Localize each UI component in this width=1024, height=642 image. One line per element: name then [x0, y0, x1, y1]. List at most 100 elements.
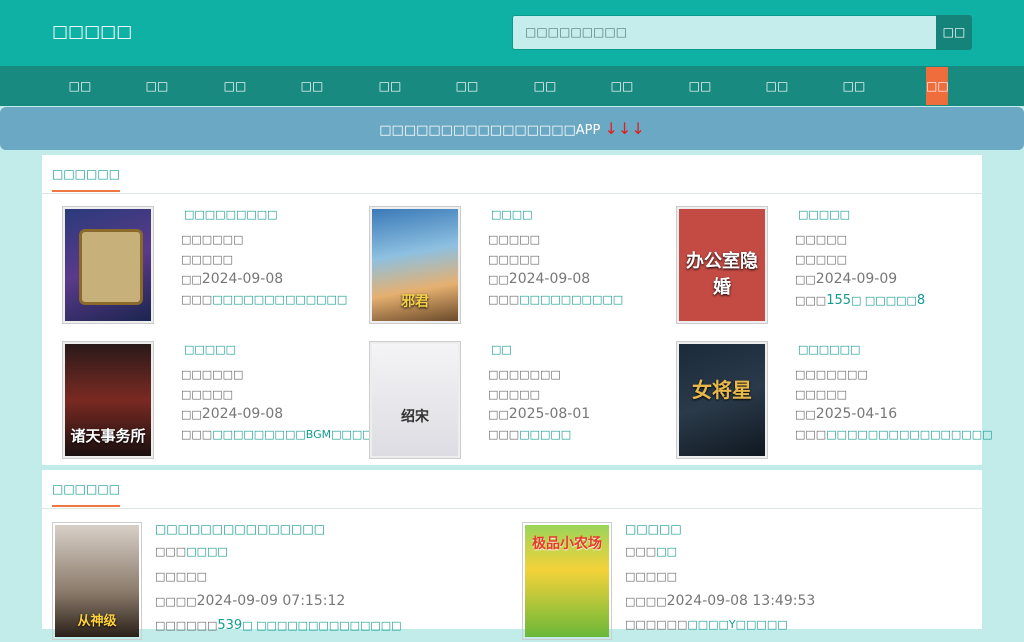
update-label: □□□□: [625, 595, 667, 608]
book-card[interactable]: 诸天事务所 □□□□□ □□□□□□ □□□□□ □□2024-09-08 □□…: [62, 341, 373, 459]
nav-item-5[interactable]: □□: [370, 66, 410, 106]
book-category: □□□□□: [181, 253, 233, 266]
latest-chapter-link[interactable]: □□□□Y□□□□□: [687, 618, 787, 631]
book-title[interactable]: □□□□□□□□□: [184, 208, 278, 221]
nav-item-6[interactable]: □□: [447, 66, 487, 106]
date-value: 2024-09-08: [201, 406, 284, 422]
book-title[interactable]: □□: [491, 343, 512, 356]
down-arrows-icon: ↓↓↓: [604, 119, 645, 138]
book-title[interactable]: □□□□□: [625, 522, 682, 536]
book-cover[interactable]: 诸天事务所: [62, 341, 154, 459]
latest-chapter-link[interactable]: □□□□□: [519, 428, 571, 441]
latest-label: □□□: [795, 294, 827, 307]
hot-books-panel: □□□□□□ □□□□□□□□□ □□□□□□ □□□□□ □□2024-09-…: [42, 155, 992, 465]
book-title[interactable]: □□□□: [491, 208, 533, 221]
book-title[interactable]: □□□□□: [184, 343, 236, 356]
book-author: □□□□□□□: [155, 545, 228, 558]
cover-art-text: 从神级: [77, 614, 117, 629]
book-cover[interactable]: 邪君: [369, 206, 461, 324]
book-author: □□□□□□: [181, 368, 244, 381]
update-value: 2024-09-09 07:15:12: [196, 593, 346, 609]
book-date: □□2024-09-08: [181, 271, 283, 287]
nav-item-10[interactable]: □□: [757, 66, 797, 106]
header: □□□□□ □□□□□□□□□ □□: [0, 0, 1024, 66]
nav-item-8[interactable]: □□: [602, 66, 642, 106]
latest-chapter-link[interactable]: □□□□□□□□□□: [519, 293, 623, 306]
book-latest: □□□□□□□□□□Y□□□□□: [625, 618, 788, 631]
date-label: □□: [181, 408, 202, 421]
nav-item-active[interactable]: □□: [926, 67, 949, 105]
latest-chapter-link[interactable]: □□□□□□□□□□□□□□□□: [826, 428, 992, 441]
latest-chapter-link[interactable]: □□□□□□□□□□□□□: [212, 293, 347, 306]
book-latest: □□□□□□□□□□□□□□□□: [181, 293, 347, 306]
latest-num-1: 155: [826, 293, 852, 308]
book-cover[interactable]: 女将星: [676, 341, 768, 459]
latest-mid: □ □□□□□: [851, 294, 917, 307]
book-date: □□2025-04-16: [795, 406, 897, 422]
book-cover[interactable]: 办公室隐婚: [676, 206, 768, 324]
book-latest: □□□155□ □□□□□8: [795, 293, 925, 308]
recent-updates-panel: □□□□□□ 从神级 □□□□□□□□□□□□□□□ □□□□□□□ □□□□□…: [42, 470, 982, 640]
date-label: □□: [795, 408, 816, 421]
nav-item-1[interactable]: □□: [60, 66, 100, 106]
date-value: 2024-09-09: [815, 271, 898, 287]
book-author: □□□□□□□: [488, 368, 561, 381]
book-category: □□□□□: [795, 388, 847, 401]
latest-chapter-link[interactable]: 155□ □□□□□8: [826, 293, 926, 308]
book-date: □□2024-09-08: [181, 406, 283, 422]
cover-art-text: 绍宋: [401, 409, 429, 425]
app-download-banner[interactable]: □□□□□□□□□□□□□□□□APP ↓↓↓: [0, 107, 1024, 150]
latest-label: □□□: [181, 428, 213, 441]
book-category: □□□□□: [488, 388, 540, 401]
latest-label: □□□: [488, 293, 520, 306]
latest-text: □ □□□□□□□□□□□□□□: [242, 619, 402, 632]
search-input[interactable]: □□□□□□□□□: [512, 15, 936, 50]
book-author: □□□□□□: [181, 233, 244, 246]
book-card[interactable]: 邪君 □□□□ □□□□□ □□□□□ □□2024-09-08 □□□□□□□…: [369, 206, 669, 324]
latest-chapter-link[interactable]: 539□ □□□□□□□□□□□□□□: [217, 618, 402, 633]
nav-item-11[interactable]: □□: [834, 66, 874, 106]
book-card[interactable]: 绍宋 □□ □□□□□□□ □□□□□ □□2025-08-01 □□□□□□□…: [369, 341, 669, 459]
date-label: □□: [181, 273, 202, 286]
book-title[interactable]: □□□□□□□□□□□□□□□: [155, 522, 325, 536]
book-cover[interactable]: 从神级: [52, 522, 142, 640]
book-cover[interactable]: 绍宋: [369, 341, 461, 459]
search-button[interactable]: □□: [936, 15, 972, 50]
book-author: □□□□□: [795, 233, 847, 246]
book-card[interactable]: 从神级 □□□□□□□□□□□□□□□ □□□□□□□ □□□□□ □□□□20…: [52, 522, 492, 642]
date-value: 2024-09-08: [201, 271, 284, 287]
nav-item-3[interactable]: □□: [215, 66, 255, 106]
date-value: 2024-09-08: [508, 271, 591, 287]
book-card[interactable]: 女将星 □□□□□□ □□□□□□□ □□□□□ □□2025-04-16 □□…: [676, 341, 992, 459]
nav-item-4[interactable]: □□: [292, 66, 332, 106]
nav-item-9[interactable]: □□: [680, 66, 720, 106]
book-latest: □□□□□□□□□□□□BGM□□□□: [181, 428, 373, 441]
cover-art-text: 女将星: [692, 378, 752, 402]
author-link[interactable]: □□: [656, 545, 677, 558]
nav-item-2[interactable]: □□: [137, 66, 177, 106]
book-title[interactable]: □□□□□□: [798, 343, 860, 356]
panel-header: □□□□□□: [42, 470, 982, 509]
book-author: □□□□□: [625, 545, 677, 558]
book-cover[interactable]: 极品小农场: [522, 522, 612, 640]
main-nav: □□ □□ □□ □□ □□ □□ □□ □□ □□ □□ □□ □□: [0, 66, 1024, 106]
author-link[interactable]: □□□□: [186, 545, 228, 558]
panel-title: □□□□□□: [52, 167, 121, 192]
nav-item-7[interactable]: □□: [525, 66, 565, 106]
book-title[interactable]: □□□□□: [798, 208, 850, 221]
latest-label: □□□□□□: [625, 618, 688, 631]
book-author: □□□□□: [488, 233, 540, 246]
banner-text: □□□□□□□□□□□□□□□□APP: [379, 123, 601, 138]
latest-num-2: 8: [916, 293, 926, 308]
book-card[interactable]: 办公室隐婚 □□□□□ □□□□□ □□□□□ □□2024-09-09 □□□…: [676, 206, 976, 324]
panel-header: □□□□□□: [42, 155, 982, 194]
update-label: □□□□: [155, 595, 197, 608]
latest-chapter-link[interactable]: □□□□□□□□□BGM□□□□: [212, 428, 372, 441]
latest-label: □□□: [488, 428, 520, 441]
book-card[interactable]: □□□□□□□□□ □□□□□□ □□□□□ □□2024-09-08 □□□□…: [62, 206, 362, 324]
book-card[interactable]: 极品小农场 □□□□□ □□□□□ □□□□□ □□□□2024-09-08 1…: [522, 522, 962, 642]
book-cover[interactable]: [62, 206, 154, 324]
book-category: □□□□□: [625, 570, 677, 583]
site-logo[interactable]: □□□□□: [52, 20, 132, 44]
book-author: □□□□□□□: [795, 368, 868, 381]
